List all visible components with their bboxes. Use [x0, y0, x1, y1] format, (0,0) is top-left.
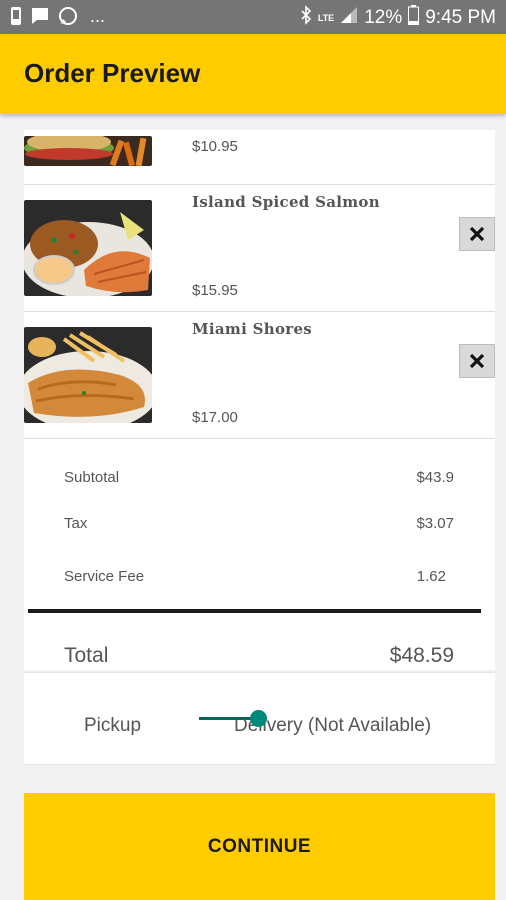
status-bar: ... LTE 12% 9:45 PM — [0, 0, 506, 34]
notification-icons: ... — [10, 6, 105, 26]
continue-button[interactable]: CONTINUE — [24, 793, 495, 900]
subtotal-value: $43.9 — [416, 469, 454, 486]
remove-item-button[interactable] — [459, 344, 495, 378]
notification-phone-icon — [10, 6, 22, 26]
network-type: LTE — [317, 12, 335, 23]
close-icon — [469, 353, 485, 369]
item-price: $17.00 — [192, 409, 238, 426]
battery-percent: 12% — [364, 7, 403, 28]
message-icon — [30, 6, 50, 26]
order-summary: Subtotal $43.9 Tax $3.07 Service Fee 1.6… — [24, 440, 495, 670]
total-value: $48.59 — [389, 644, 454, 667]
system-status: LTE 12% 9:45 PM — [300, 5, 496, 31]
app-bar: Order Preview — [0, 34, 506, 114]
battery-icon — [408, 5, 420, 31]
bluetooth-icon — [300, 5, 312, 31]
item-price: $15.95 — [192, 282, 238, 299]
close-icon — [469, 226, 485, 242]
clock: 9:45 PM — [425, 7, 496, 28]
pickup-label[interactable]: Pickup — [84, 715, 141, 737]
burger-fries-photo — [24, 136, 152, 166]
service-fee-value: 1.62 — [416, 568, 446, 585]
subtotal-row: Subtotal $43.9 — [64, 469, 454, 486]
page-title: Order Preview — [24, 58, 201, 88]
fulfillment-toggle: Pickup Delivery (Not Available) — [24, 672, 495, 765]
item-name: Island Spiced Salmon — [192, 193, 380, 211]
more-notifications-indicator: ... — [90, 6, 106, 26]
order-item: $10.95 — [24, 130, 495, 185]
service-fee-row: Service Fee 1.62 — [64, 568, 454, 585]
total-divider — [28, 609, 481, 613]
order-items-list[interactable]: $10.95 Island Spiced Salmon $15.95 Miami… — [24, 130, 495, 440]
tax-value: $3.07 — [416, 515, 454, 532]
fried-fish-photo — [24, 327, 152, 423]
tax-row: Tax $3.07 — [64, 515, 454, 532]
salmon-rice-photo — [24, 200, 152, 296]
order-item: Miami Shores $17.00 — [24, 312, 495, 439]
item-price: $10.95 — [192, 138, 238, 155]
item-name: Miami Shores — [192, 320, 313, 338]
total-row: Total $48.59 — [64, 644, 454, 668]
order-item: Island Spiced Salmon $15.95 — [24, 185, 495, 312]
subtotal-label: Subtotal — [64, 469, 120, 486]
total-label: Total — [64, 644, 109, 667]
tax-label: Tax — [64, 515, 88, 532]
signal-icon — [340, 6, 358, 30]
fulfillment-switch-thumb[interactable] — [250, 710, 267, 727]
remove-item-button[interactable] — [459, 217, 495, 251]
whatsapp-icon — [58, 6, 78, 26]
service-fee-label: Service Fee — [64, 568, 145, 585]
